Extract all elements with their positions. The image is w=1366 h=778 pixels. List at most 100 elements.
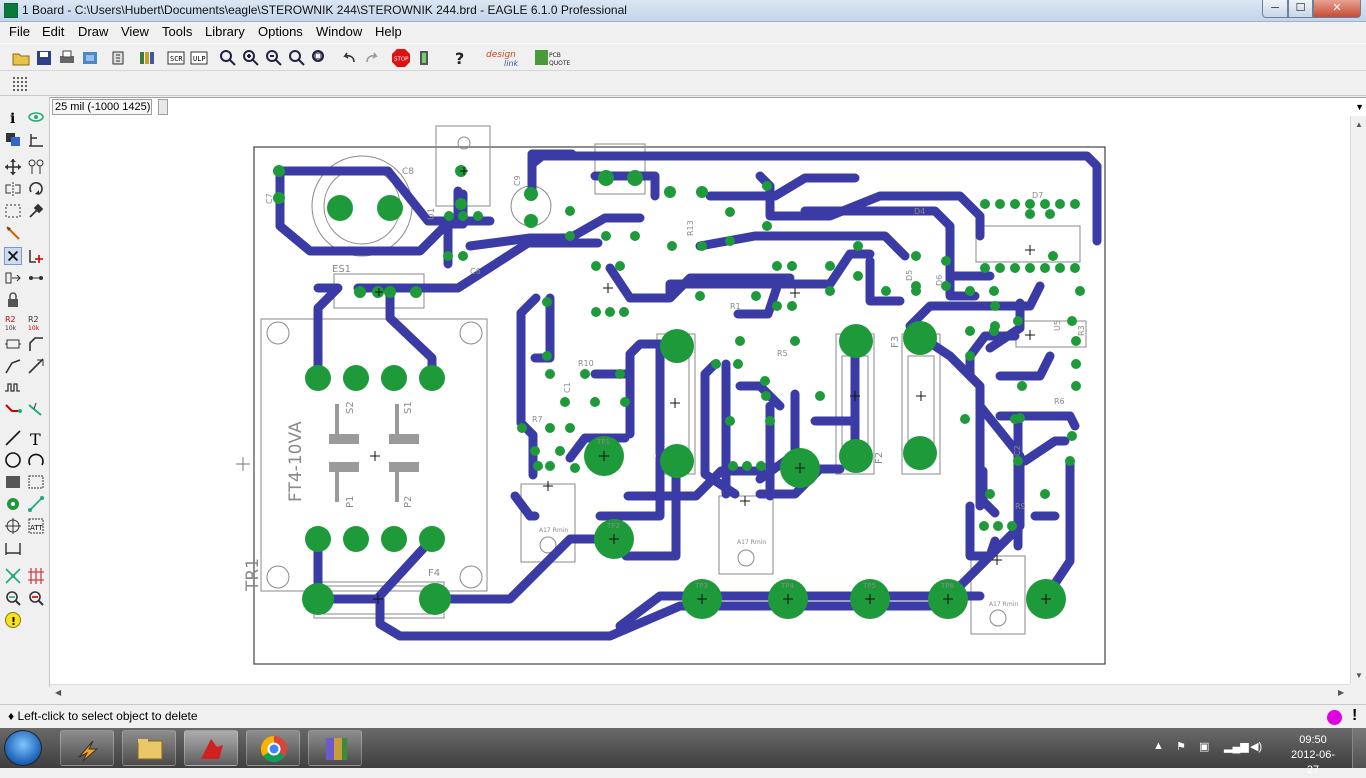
- smash-icon[interactable]: [4, 335, 22, 353]
- pcb-quote-logo[interactable]: PCB QUOTE: [534, 47, 572, 69]
- menu-draw[interactable]: Draw: [78, 24, 108, 39]
- errors-icon[interactable]: [27, 589, 45, 607]
- menu-file[interactable]: File: [9, 24, 30, 39]
- minimize-button[interactable]: ─: [1262, 0, 1288, 18]
- switch-schematic-icon[interactable]: [108, 48, 128, 68]
- menu-window[interactable]: Window: [316, 24, 362, 39]
- exclamation-icon[interactable]: !: [1352, 707, 1357, 725]
- attribute-icon[interactable]: ATT: [27, 517, 45, 535]
- arc-icon[interactable]: [27, 451, 45, 469]
- zoom-select-icon[interactable]: [310, 48, 330, 68]
- stop-indicator-icon[interactable]: [1327, 710, 1342, 725]
- start-button[interactable]: [4, 730, 42, 766]
- scroll-left-icon[interactable]: ◀: [55, 688, 61, 697]
- miter-icon[interactable]: [27, 335, 45, 353]
- tray-device-icon[interactable]: ▣: [1199, 740, 1213, 754]
- name-icon[interactable]: R210k: [4, 313, 22, 331]
- taskbar-app-archive[interactable]: [308, 730, 362, 766]
- replace-icon[interactable]: [4, 269, 22, 287]
- taskbar-app-eagle[interactable]: [184, 730, 238, 766]
- circle-icon[interactable]: [4, 451, 22, 469]
- zoom-out-icon[interactable]: [264, 48, 284, 68]
- move-icon[interactable]: [4, 158, 22, 176]
- tray-clock[interactable]: 09:50 2012-06-27: [1285, 733, 1341, 778]
- delete-icon[interactable]: [4, 247, 22, 265]
- library-icon[interactable]: [137, 48, 157, 68]
- tray-volume-icon[interactable]: ◀): [1250, 740, 1264, 754]
- menu-edit[interactable]: Edit: [42, 24, 64, 39]
- ripup-icon[interactable]: [27, 401, 45, 419]
- tray-expand-icon[interactable]: ▲: [1153, 740, 1167, 754]
- scroll-up-icon[interactable]: ▲: [1355, 120, 1363, 129]
- taskbar-app-explorer[interactable]: [122, 730, 176, 766]
- menu-library[interactable]: Library: [205, 24, 245, 39]
- lock-pinswap-icon[interactable]: [27, 269, 45, 287]
- show-icon[interactable]: [27, 108, 45, 126]
- display-layers-icon[interactable]: [4, 130, 22, 148]
- warning-icon[interactable]: !: [4, 611, 22, 629]
- via-icon[interactable]: [4, 495, 22, 513]
- taskbar-app-winamp[interactable]: [60, 730, 114, 766]
- undo-icon[interactable]: [339, 48, 359, 68]
- print-icon[interactable]: [57, 48, 77, 68]
- command-dropdown-icon[interactable]: ▼: [1355, 102, 1364, 112]
- signal-icon[interactable]: [27, 495, 45, 513]
- zoom-in-icon[interactable]: [241, 48, 261, 68]
- show-desktop-button[interactable]: [1352, 728, 1366, 768]
- stop-icon[interactable]: STOP: [391, 48, 411, 68]
- menu-tools[interactable]: Tools: [162, 24, 192, 39]
- drc-icon[interactable]: [4, 589, 22, 607]
- tray-network-icon[interactable]: ▂▄▆: [1224, 740, 1249, 754]
- script-icon[interactable]: SCR: [166, 48, 186, 68]
- open-icon[interactable]: [11, 48, 31, 68]
- text-icon[interactable]: T: [27, 429, 45, 447]
- help-icon[interactable]: ?: [450, 48, 470, 68]
- tray-flag-icon[interactable]: ⚑: [1176, 740, 1190, 754]
- info-icon[interactable]: i: [4, 108, 22, 126]
- scroll-down-icon[interactable]: ▼: [1355, 671, 1363, 680]
- save-icon[interactable]: [34, 48, 54, 68]
- close-button[interactable]: ✕: [1313, 0, 1361, 18]
- eagle-app-icon[interactable]: [4, 3, 18, 18]
- rotate-icon[interactable]: [27, 180, 45, 198]
- dimension-icon[interactable]: [4, 539, 22, 557]
- mirror-icon[interactable]: [4, 180, 22, 198]
- grid-icon[interactable]: [12, 76, 28, 92]
- polygon-icon[interactable]: [27, 473, 45, 491]
- rectangle-icon[interactable]: [4, 473, 22, 491]
- design-link-logo[interactable]: design link: [484, 47, 528, 69]
- menu-view[interactable]: View: [121, 24, 149, 39]
- wire-icon[interactable]: [4, 429, 22, 447]
- change-icon[interactable]: [27, 202, 45, 220]
- split-icon[interactable]: [4, 357, 22, 375]
- group-icon[interactable]: [4, 202, 22, 220]
- maximize-button[interactable]: ☐: [1288, 0, 1313, 18]
- vertical-scrollbar[interactable]: ▲ ▼: [1350, 116, 1366, 684]
- optimize-icon[interactable]: [27, 357, 45, 375]
- scroll-right-icon[interactable]: ▶: [1338, 688, 1344, 697]
- go-icon[interactable]: [414, 48, 434, 68]
- mark-icon[interactable]: [27, 130, 45, 148]
- horizontal-scrollbar[interactable]: ◀ ▶: [50, 684, 1350, 700]
- value-icon[interactable]: R210k: [27, 313, 45, 331]
- command-history-button[interactable]: [158, 99, 168, 115]
- redraw-icon[interactable]: [287, 48, 307, 68]
- command-input[interactable]: [172, 99, 1347, 115]
- paste-icon[interactable]: [4, 224, 22, 242]
- board-canvas[interactable]: TR1 FT4-10VA S2 S1 P1 P2 ES1 F4 F3 F2 C8…: [50, 116, 1350, 684]
- copy-icon[interactable]: [27, 158, 45, 176]
- ratsnest-icon[interactable]: [4, 567, 22, 585]
- redo-icon[interactable]: [362, 48, 382, 68]
- route-icon[interactable]: [4, 401, 22, 419]
- zoom-fit-icon[interactable]: [218, 48, 238, 68]
- autorouter-icon[interactable]: [27, 567, 45, 585]
- menu-options[interactable]: Options: [258, 24, 303, 39]
- menu-help[interactable]: Help: [375, 24, 402, 39]
- meander-icon[interactable]: [4, 379, 22, 397]
- cam-processor-icon[interactable]: [80, 48, 100, 68]
- ulp-icon[interactable]: ULP: [189, 48, 209, 68]
- pcb-drawing[interactable]: TR1 FT4-10VA S2 S1 P1 P2 ES1 F4 F3 F2 C8…: [50, 116, 1350, 684]
- add-icon[interactable]: [27, 247, 45, 265]
- hole-icon[interactable]: [4, 517, 22, 535]
- lock-icon[interactable]: [4, 291, 22, 309]
